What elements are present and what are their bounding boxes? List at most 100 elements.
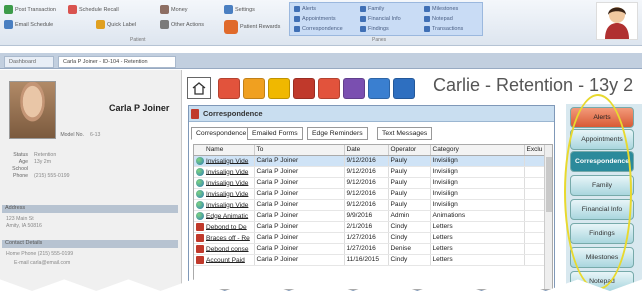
row-to: Carla P Joiner	[254, 232, 345, 244]
table-row[interactable]: Debond to De Carla P Joiner 2/1/2016 Cindy L…	[194, 221, 545, 233]
table-row[interactable]: Invisalign Vide Carla P Joiner 9/12/2016 Pa…	[194, 155, 545, 167]
quick-launch-button[interactable]	[393, 78, 415, 99]
row-name-text: Invisalign Vide	[206, 179, 249, 187]
vertical-scrollbar[interactable]	[544, 145, 552, 289]
pane-findings[interactable]: Findings	[360, 26, 389, 32]
row-operator: Cindy	[388, 232, 431, 244]
highlight-ellipse	[564, 94, 632, 290]
quick-label-button[interactable]: Quick Label	[96, 20, 136, 29]
document-tabs: Dashboard Carla P Joiner - ID-104 - Rete…	[0, 53, 642, 69]
pane-icon	[294, 16, 300, 22]
email-schedule-button[interactable]: Email Schedule	[4, 20, 53, 29]
row-date: 1/27/2016	[344, 232, 389, 244]
row-date: 9/12/2016	[344, 155, 389, 167]
row-name-text: Braces off - Re	[206, 234, 250, 242]
row-name-text: Invisalign Vide	[206, 168, 249, 176]
row-name: Invisalign Vide	[194, 177, 255, 189]
column-header-exclude[interactable]: Exclu	[524, 145, 545, 156]
pane-alerts[interactable]: Alerts	[294, 6, 316, 12]
actions-icon	[160, 20, 169, 29]
subtab-text-messages[interactable]: Text Messages	[377, 127, 433, 140]
row-to: Carla P Joiner	[254, 166, 345, 178]
row-operator: Pauly	[388, 166, 431, 178]
quick-launch-button[interactable]	[268, 78, 290, 99]
pane-correspondence[interactable]: Correspondence	[294, 26, 343, 32]
contact-details-section[interactable]: Contact Details	[2, 240, 178, 248]
row-category: Invisilign	[430, 188, 525, 200]
row-name: Debond conse	[194, 243, 255, 255]
tab-dashboard[interactable]: Dashboard	[4, 56, 54, 68]
table-row[interactable]: Account Paid Carla P Joiner 11/16/2015 Cind…	[194, 254, 545, 266]
row-name: Edge Animatic	[194, 210, 255, 222]
ribbon-group-label: Panes	[372, 37, 387, 43]
panes-group: Alerts Family Milestones Appointments Fi…	[289, 2, 483, 36]
column-header-date[interactable]: Date	[344, 145, 389, 156]
subtab-correspondence[interactable]: Correspondence	[191, 127, 252, 140]
table-row[interactable]: Braces off - Re Carla P Joiner 1/27/2016 Ci…	[194, 232, 545, 244]
row-exclude	[524, 155, 545, 167]
row-exclude	[524, 166, 545, 178]
column-header-name[interactable]: Name	[194, 145, 255, 156]
column-header-operator[interactable]: Operator	[388, 145, 431, 156]
pdf-icon	[196, 244, 204, 253]
settings-button[interactable]: Settings	[224, 5, 255, 14]
post-transaction-button[interactable]: Post Transaction	[4, 5, 56, 14]
label-icon	[96, 20, 105, 29]
row-category: Letters	[430, 221, 525, 233]
city-line: Amity, IA 50816	[6, 223, 42, 229]
quick-launch-button[interactable]	[243, 78, 265, 99]
scroll-thumb[interactable]	[546, 157, 552, 212]
pane-family[interactable]: Family	[360, 6, 384, 12]
pane-appointments[interactable]: Appointments	[294, 16, 336, 22]
row-name-text: Debond to De	[206, 223, 247, 231]
patient-rewards-button[interactable]: Patient Rewards	[224, 20, 280, 34]
quick-launch-button[interactable]	[368, 78, 390, 99]
row-date: 2/1/2016	[344, 221, 389, 233]
correspondence-grid: Name To Date Operator Category Exclu Inv…	[193, 144, 553, 290]
row-date: 9/12/2016	[344, 177, 389, 189]
row-name-text: Debond conse	[206, 245, 249, 253]
row-date: 9/12/2016	[344, 199, 389, 211]
subtab-emailed-forms[interactable]: Emailed Forms	[247, 127, 303, 140]
money-button[interactable]: Money	[160, 5, 188, 14]
quick-launch-button[interactable]	[293, 78, 315, 99]
pane-icon	[424, 26, 430, 32]
column-header-category[interactable]: Category	[430, 145, 525, 156]
quick-launch-button[interactable]	[318, 78, 340, 99]
contact-email: E-mail carla@email.com	[14, 260, 71, 266]
subtab-edge-reminders[interactable]: Edge Reminders	[307, 127, 368, 140]
globe-icon	[196, 211, 204, 220]
schedule-recall-button[interactable]: Schedule Recall	[68, 5, 119, 14]
dollar-icon	[4, 5, 13, 14]
column-header-to[interactable]: To	[254, 145, 345, 156]
other-actions-button[interactable]: Other Actions	[160, 20, 204, 29]
home-button[interactable]	[187, 77, 211, 99]
row-category: Invisilign	[430, 155, 525, 167]
pane-notepad[interactable]: Notepad	[424, 16, 453, 22]
pane-icon	[360, 16, 366, 22]
table-row[interactable]: Invisalign Vide Carla P Joiner 9/12/2016 Pa…	[194, 177, 545, 189]
quick-launch-button[interactable]	[218, 78, 240, 99]
table-row[interactable]: Debond conse Carla P Joiner 1/27/2016 Denis…	[194, 243, 545, 255]
pane-transactions[interactable]: Transactions	[424, 26, 463, 32]
pane-milestones[interactable]: Milestones	[424, 6, 458, 12]
pane-financial-info[interactable]: Financial Info	[360, 16, 401, 22]
address-section[interactable]: Address	[2, 205, 178, 213]
row-operator: Admin	[388, 210, 431, 222]
patient-field: School	[12, 166, 28, 172]
tab-patient[interactable]: Carla P Joiner - ID-104 - Retention	[58, 56, 176, 68]
table-row[interactable]: Invisalign Vide Carla P Joiner 9/12/2016 Pa…	[194, 166, 545, 178]
table-row[interactable]: Invisalign Vide Carla P Joiner 9/12/2016 Pa…	[194, 199, 545, 211]
row-name: Braces off - Re	[194, 232, 255, 244]
table-row[interactable]: Invisalign Vide Carla P Joiner 9/12/2016 Pa…	[194, 188, 545, 200]
pdf-icon	[196, 255, 204, 264]
row-operator: Pauly	[388, 177, 431, 189]
app-window: Post Transaction Schedule Recall Money S…	[0, 0, 642, 291]
grid-header-row: Name To Date Operator Category Exclu	[194, 145, 545, 156]
quick-launch-button[interactable]	[343, 78, 365, 99]
pdf-icon	[196, 222, 204, 231]
patient-name: Carla P Joiner	[109, 103, 170, 113]
row-name-text: Invisalign Vide	[206, 190, 249, 198]
table-row[interactable]: Edge Animatic Carla P Joiner 9/9/2016 Admin…	[194, 210, 545, 222]
pane-icon	[294, 6, 300, 12]
